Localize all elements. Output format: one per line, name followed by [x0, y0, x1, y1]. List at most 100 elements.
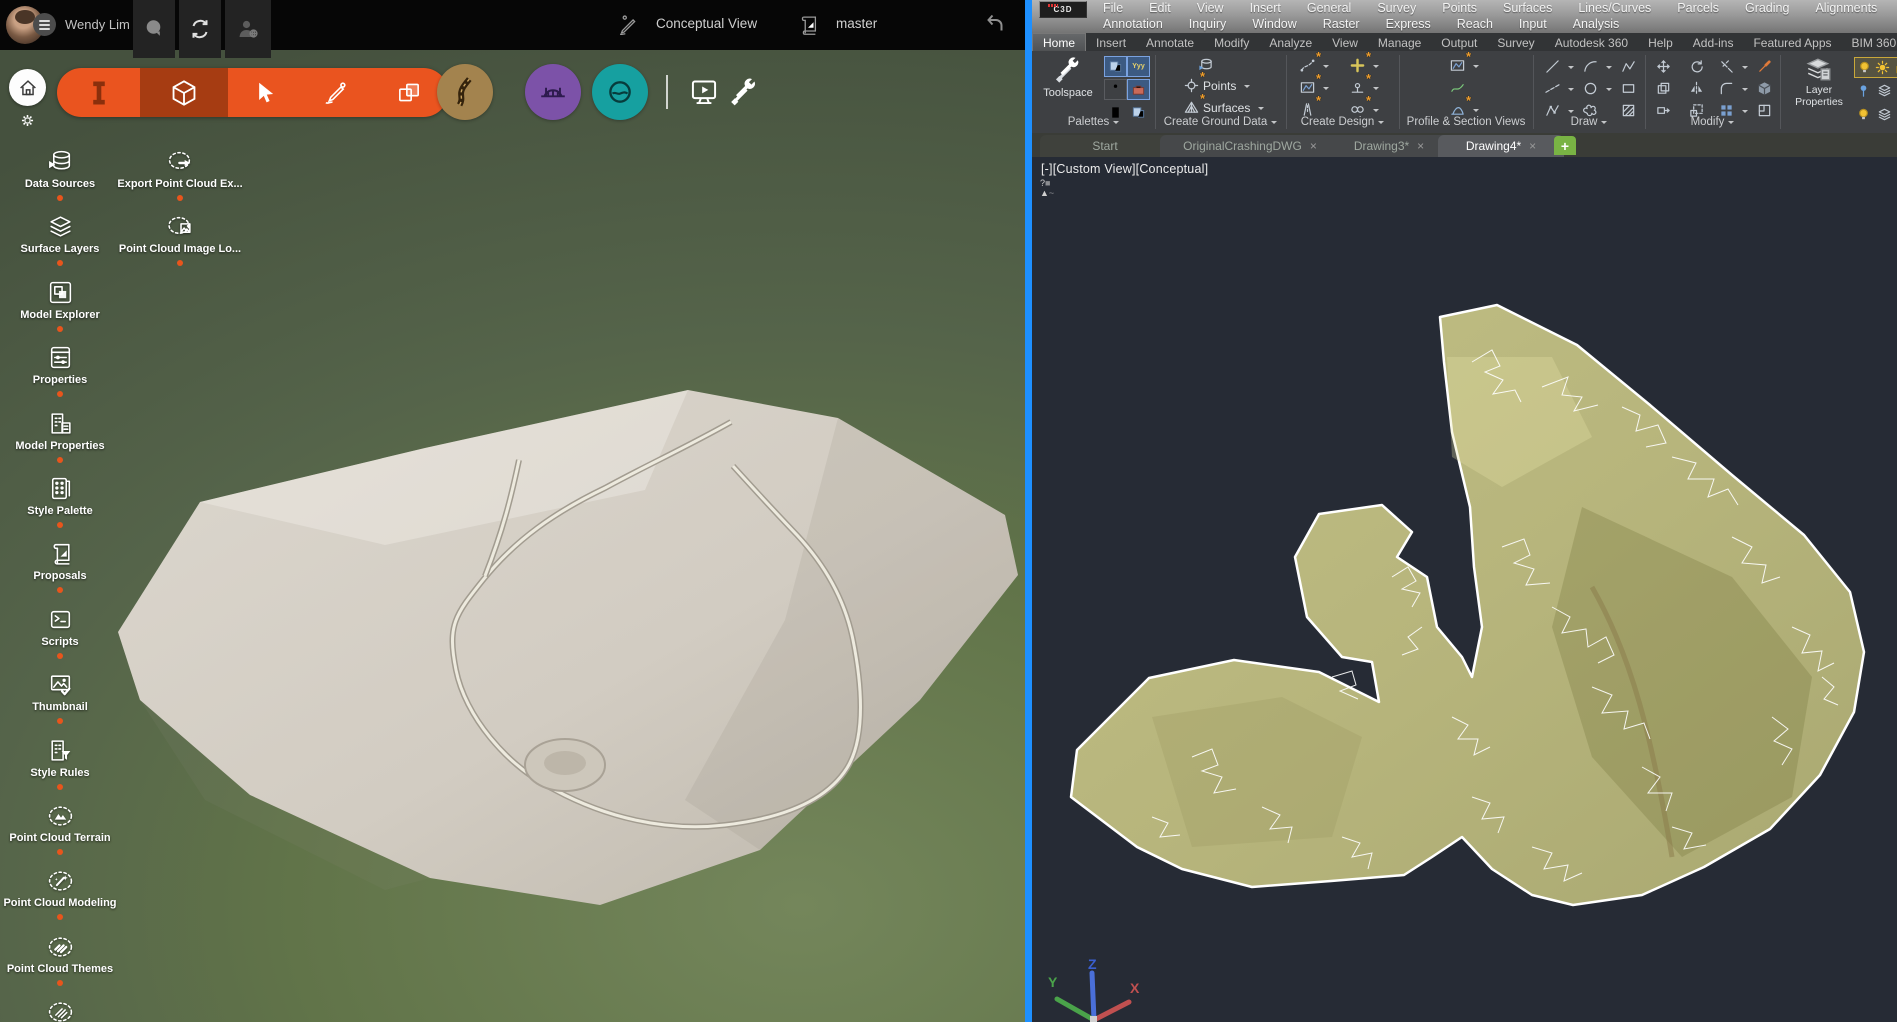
roads-tool-button[interactable]	[437, 64, 493, 120]
ribbon-tab-annotate[interactable]: Annotate	[1136, 34, 1204, 51]
tab-drawing4[interactable]: Drawing4* ×	[1438, 135, 1564, 157]
assembly-tool-button[interactable]: *	[1350, 72, 1379, 95]
left-terrain-model[interactable]	[85, 370, 1025, 930]
trim-button[interactable]	[1719, 59, 1748, 74]
settings-palette-toggle[interactable]: Yyy	[1127, 56, 1150, 77]
sidebar-item-export-point-cloud[interactable]: Export Point Cloud Ex...	[105, 148, 255, 213]
toolspace-button[interactable]: Toolspace	[1040, 55, 1096, 99]
panel-label-create-design[interactable]: Create Design	[1286, 114, 1399, 130]
ribbon-tab-analyze[interactable]: Analyze	[1259, 34, 1322, 51]
profile-tool-button[interactable]: *	[1300, 72, 1329, 95]
menu-grading[interactable]: Grading	[1732, 1, 1802, 15]
erase-button[interactable]	[1757, 59, 1772, 74]
ribbon-tab-autodesk360[interactable]: Autodesk 360	[1545, 34, 1638, 51]
menu-reach[interactable]: Reach	[1444, 17, 1506, 31]
menu-analysis[interactable]: Analysis	[1560, 17, 1633, 31]
ribbon-tab-survey[interactable]: Survey	[1487, 34, 1544, 51]
layer-on-bulb-icon[interactable]	[1857, 60, 1872, 75]
sidebar-item-partial[interactable]	[0, 998, 120, 1022]
draw-rect-button[interactable]	[1621, 81, 1636, 96]
menu-alignments[interactable]: Alignments	[1802, 1, 1890, 15]
sidebar-item-data-sources[interactable]: Data Sources	[0, 148, 120, 213]
points-dropdown-button[interactable]: * Points	[1184, 70, 1251, 93]
sidebar-item-scripts[interactable]: Scripts	[0, 606, 120, 671]
viewport-controls-label[interactable]: [-][Custom View][Conceptual]	[1041, 162, 1208, 176]
sidebar-item-point-cloud-image[interactable]: Point Cloud Image Lo...	[105, 213, 255, 278]
select-tool-button[interactable]	[228, 68, 300, 117]
sidebar-item-thumbnail[interactable]: Thumbnail	[0, 671, 120, 736]
toolspace-palette-toggle[interactable]	[1104, 56, 1127, 77]
view-mode-label[interactable]: Conceptual View	[656, 16, 757, 31]
tab-original-crashing-dwg[interactable]: OriginalCrashingDWG ×	[1160, 135, 1340, 157]
ribbon-tab-modify[interactable]: Modify	[1204, 34, 1259, 51]
close-icon[interactable]: ×	[1417, 139, 1424, 153]
menu-lines-curves[interactable]: Lines/Curves	[1565, 1, 1664, 15]
ribbon-tab-view[interactable]: View	[1322, 34, 1368, 51]
panel-label-modify[interactable]: Modify	[1645, 114, 1780, 130]
infraworks-logo-button[interactable]	[57, 68, 140, 117]
ribbon-tab-home[interactable]: Home	[1032, 33, 1087, 51]
right-terrain-surface[interactable]: Z X Y	[1032, 157, 1897, 1022]
sidebar-item-point-cloud-modeling[interactable]: Point Cloud Modeling	[0, 867, 120, 932]
layer-freeze-icon[interactable]	[1877, 107, 1892, 122]
sketch-tool-button[interactable]	[300, 68, 370, 117]
sidebar-item-model-explorer[interactable]: Model Explorer	[0, 279, 120, 344]
menu-express[interactable]: Express	[1373, 17, 1444, 31]
rotate-button[interactable]	[1689, 59, 1704, 74]
ribbon-tab-manage[interactable]: Manage	[1368, 34, 1431, 51]
tab-drawing3[interactable]: Drawing3* ×	[1328, 135, 1450, 157]
sidebar-item-point-cloud-terrain[interactable]: Point Cloud Terrain	[0, 802, 120, 867]
tab-start[interactable]: Start	[1040, 135, 1170, 157]
layer-thaw-sun-icon[interactable]	[1875, 60, 1890, 75]
menu-surfaces[interactable]: Surfaces	[1490, 1, 1565, 15]
layer-properties-button[interactable]: Layer Properties	[1788, 55, 1850, 108]
close-icon[interactable]: ×	[1310, 139, 1317, 153]
window-split-divider[interactable]	[1025, 0, 1032, 1022]
draw-arc-button[interactable]	[1583, 59, 1612, 74]
comments-button[interactable]	[133, 0, 175, 58]
draw-line-button[interactable]	[1545, 59, 1574, 74]
menu-survey[interactable]: Survey	[1364, 1, 1429, 15]
alignment-tool-button[interactable]: *	[1300, 51, 1329, 73]
drainage-tool-button[interactable]	[592, 64, 648, 120]
settings-gear-icon[interactable]	[19, 112, 36, 129]
panel-label-draw[interactable]: Draw	[1533, 114, 1645, 130]
panel-label-palettes[interactable]: Palettes	[1032, 114, 1155, 130]
panel-label-create-ground-data[interactable]: Create Ground Data	[1155, 114, 1286, 130]
layer-isolate-icon[interactable]	[1856, 107, 1871, 122]
sample-lines-button[interactable]	[1450, 80, 1465, 95]
fillet-button[interactable]	[1719, 81, 1748, 96]
menu-file[interactable]: File	[1090, 1, 1136, 15]
explode-button[interactable]	[1757, 81, 1772, 96]
share-user-button[interactable]	[225, 0, 271, 58]
menu-annotation[interactable]: Annotation	[1090, 17, 1176, 31]
menu-window[interactable]: Window	[1239, 17, 1309, 31]
infraworks-3d-viewport[interactable]: Data Sources Surface Layers Model Explor…	[0, 50, 1025, 1022]
close-icon[interactable]: ×	[1529, 139, 1536, 153]
sidebar-item-style-palette[interactable]: Style Palette	[0, 475, 120, 540]
menu-parcels[interactable]: Parcels	[1664, 1, 1732, 15]
model-branch-label[interactable]: master	[836, 16, 877, 31]
c3d-logo-button[interactable]: C3D	[1039, 1, 1087, 18]
ribbon-tab-featured-apps[interactable]: Featured Apps	[1743, 34, 1841, 51]
menu-raster[interactable]: Raster	[1310, 17, 1373, 31]
menu-view[interactable]: View	[1184, 1, 1237, 15]
panel-label-profile-section-views[interactable]: Profile & Section Views	[1399, 114, 1533, 130]
ribbon-tab-bim360[interactable]: BIM 360	[1842, 34, 1897, 51]
draw-xline-button[interactable]	[1545, 81, 1574, 96]
parcel-tool-button[interactable]: *	[1350, 51, 1379, 73]
bridges-tool-button[interactable]	[525, 64, 581, 120]
sidebar-item-proposals[interactable]: Proposals	[0, 540, 120, 605]
undo-icon[interactable]	[982, 11, 1008, 37]
sidebar-item-surface-layers[interactable]: Surface Layers	[0, 213, 120, 278]
user-menu-button[interactable]	[33, 13, 56, 36]
menu-profiles[interactable]: Profiles	[1890, 1, 1897, 15]
draw-circle-button[interactable]	[1583, 81, 1612, 96]
civil3d-viewport[interactable]: [-][Custom View][Conceptual] ?■ ▲~ Z X Y	[1032, 157, 1897, 1022]
layer-pin-icon[interactable]	[1856, 83, 1871, 98]
sidebar-item-style-rules[interactable]: Style Rules	[0, 737, 120, 802]
toolbox-palette-toggle[interactable]	[1127, 79, 1150, 100]
sidebar-item-model-properties[interactable]: Model Properties	[0, 410, 120, 475]
profile-view-button[interactable]: *	[1450, 51, 1479, 73]
menu-edit[interactable]: Edit	[1136, 1, 1184, 15]
